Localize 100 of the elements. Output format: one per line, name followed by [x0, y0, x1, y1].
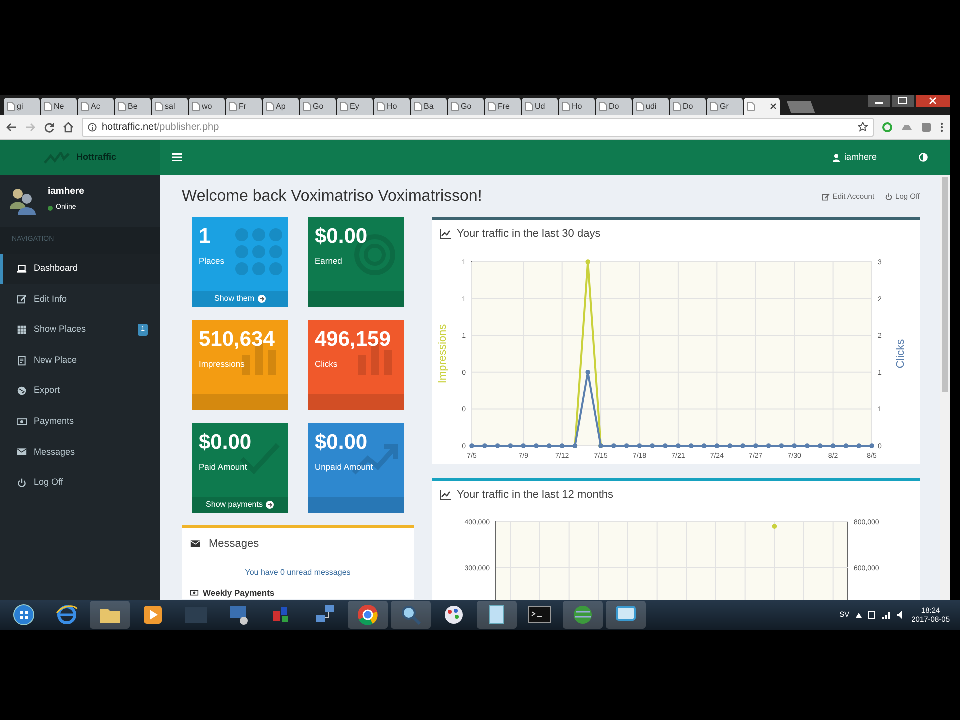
data-point [470, 443, 474, 448]
browser-tab[interactable]: Gr [707, 98, 743, 115]
data-point [495, 443, 500, 448]
browser-tab[interactable]: Be [115, 98, 151, 115]
page-icon [192, 102, 200, 111]
stat-value: $0.00 [198, 430, 253, 454]
page-title: Welcome back Voximatriso Voximatrisson! [182, 187, 482, 207]
edit-icon [17, 294, 27, 304]
page-icon [229, 102, 237, 111]
banknote-icon [17, 416, 27, 427]
user-menu[interactable]: iamhere [833, 150, 877, 164]
arrow-circle-icon [266, 501, 274, 509]
nav-item[interactable]: Messages [0, 437, 160, 468]
browser-tab[interactable]: wo [189, 98, 225, 115]
browser-tab[interactable]: Ap [263, 98, 299, 115]
nav-item[interactable]: Dashboard [0, 254, 160, 284]
tile-link[interactable]: Show them [192, 291, 288, 307]
scrollbar-thumb[interactable] [942, 177, 948, 392]
browser-tab[interactable] [744, 98, 780, 115]
stat-label: Impressions [198, 358, 246, 371]
address-bar[interactable]: hottraffic.net/publisher.php [82, 118, 874, 136]
contrast-icon [919, 153, 928, 162]
data-point [830, 443, 836, 448]
paint-icon [442, 603, 466, 627]
home-icon [63, 122, 74, 132]
data-point [714, 443, 720, 448]
stat-value: 510,634 [198, 327, 276, 352]
page-icon [81, 102, 89, 111]
data-point [779, 443, 784, 448]
nav-item[interactable]: New Place [0, 345, 160, 376]
page-icon [599, 102, 607, 111]
line-chart-icon [440, 490, 451, 500]
browser-tab[interactable]: Ey [337, 98, 373, 115]
browser-tab[interactable]: Ba [411, 98, 447, 115]
status-dot [48, 206, 53, 211]
page-icon [377, 102, 385, 111]
info-icon [88, 122, 97, 132]
page-icon [414, 102, 422, 111]
page-icon [747, 102, 755, 111]
page-icon [673, 102, 681, 111]
browser-tab[interactable]: Ud [522, 98, 558, 115]
nav-item[interactable]: Export [0, 376, 160, 406]
data-point [844, 443, 849, 448]
menu-icon [172, 153, 182, 162]
browser-tab[interactable]: gi [4, 98, 40, 115]
tile-link[interactable]: Show payments [192, 497, 288, 513]
line-chart-icon [440, 229, 451, 240]
browser-tab[interactable]: Ho [374, 98, 410, 115]
data-point [508, 443, 514, 448]
maximize-icon [892, 95, 914, 107]
page-icon [303, 102, 311, 111]
nav-item[interactable]: Payments [0, 406, 160, 438]
page-icon [155, 102, 163, 111]
browser-tab[interactable]: Go [300, 98, 336, 115]
browser-icon [55, 603, 79, 627]
page-icon [44, 102, 52, 111]
reload-icon [44, 122, 55, 132]
browser-tab[interactable]: Ne [41, 98, 77, 115]
data-point [560, 443, 565, 448]
signal-icon [882, 611, 891, 619]
browser-tab[interactable]: Go [448, 98, 484, 115]
envelope-icon [17, 447, 27, 458]
data-point [534, 443, 539, 448]
browser-tab[interactable]: sal [152, 98, 188, 115]
page-icon [710, 102, 718, 111]
stat-value: $0.00 [314, 430, 369, 454]
minimize-icon [868, 95, 890, 107]
data-point [754, 443, 758, 448]
messages-text: You have 0 unread messages [244, 566, 352, 578]
data-point [624, 443, 630, 448]
stat-value: 1 [198, 224, 212, 248]
browser-tab[interactable]: Do [670, 98, 706, 115]
data-point [818, 443, 823, 448]
nav-item[interactable]: Log Off [0, 468, 160, 498]
globe-icon [571, 603, 595, 627]
new-tab-button[interactable] [786, 101, 816, 113]
browser-tab[interactable]: Do [596, 98, 632, 115]
power-icon [17, 478, 27, 488]
panel-title: Messages [209, 537, 260, 552]
browser-tab[interactable]: udi [633, 98, 669, 115]
nav-item[interactable]: Edit Info [0, 284, 160, 315]
laptop-icon [17, 264, 27, 274]
page-icon [451, 102, 459, 111]
edit-icon [822, 193, 830, 201]
data-point [637, 443, 642, 448]
banknote-icon [190, 588, 199, 597]
data-point [650, 443, 655, 448]
grid-icon [17, 324, 27, 335]
close-icon [770, 103, 777, 110]
browser-tab[interactable]: Ho [559, 98, 595, 115]
browser-tab[interactable]: Fr [226, 98, 262, 115]
close-icon [916, 95, 950, 107]
star-icon [858, 122, 868, 132]
data-point [612, 443, 616, 448]
extension-icon [921, 122, 932, 132]
browser-tab[interactable]: Ac [78, 98, 114, 115]
data-point [792, 443, 797, 448]
user-icon [833, 154, 840, 162]
browser-tab[interactable]: Fre [485, 98, 521, 115]
panel-title: Your traffic in the last 30 days [457, 227, 601, 242]
